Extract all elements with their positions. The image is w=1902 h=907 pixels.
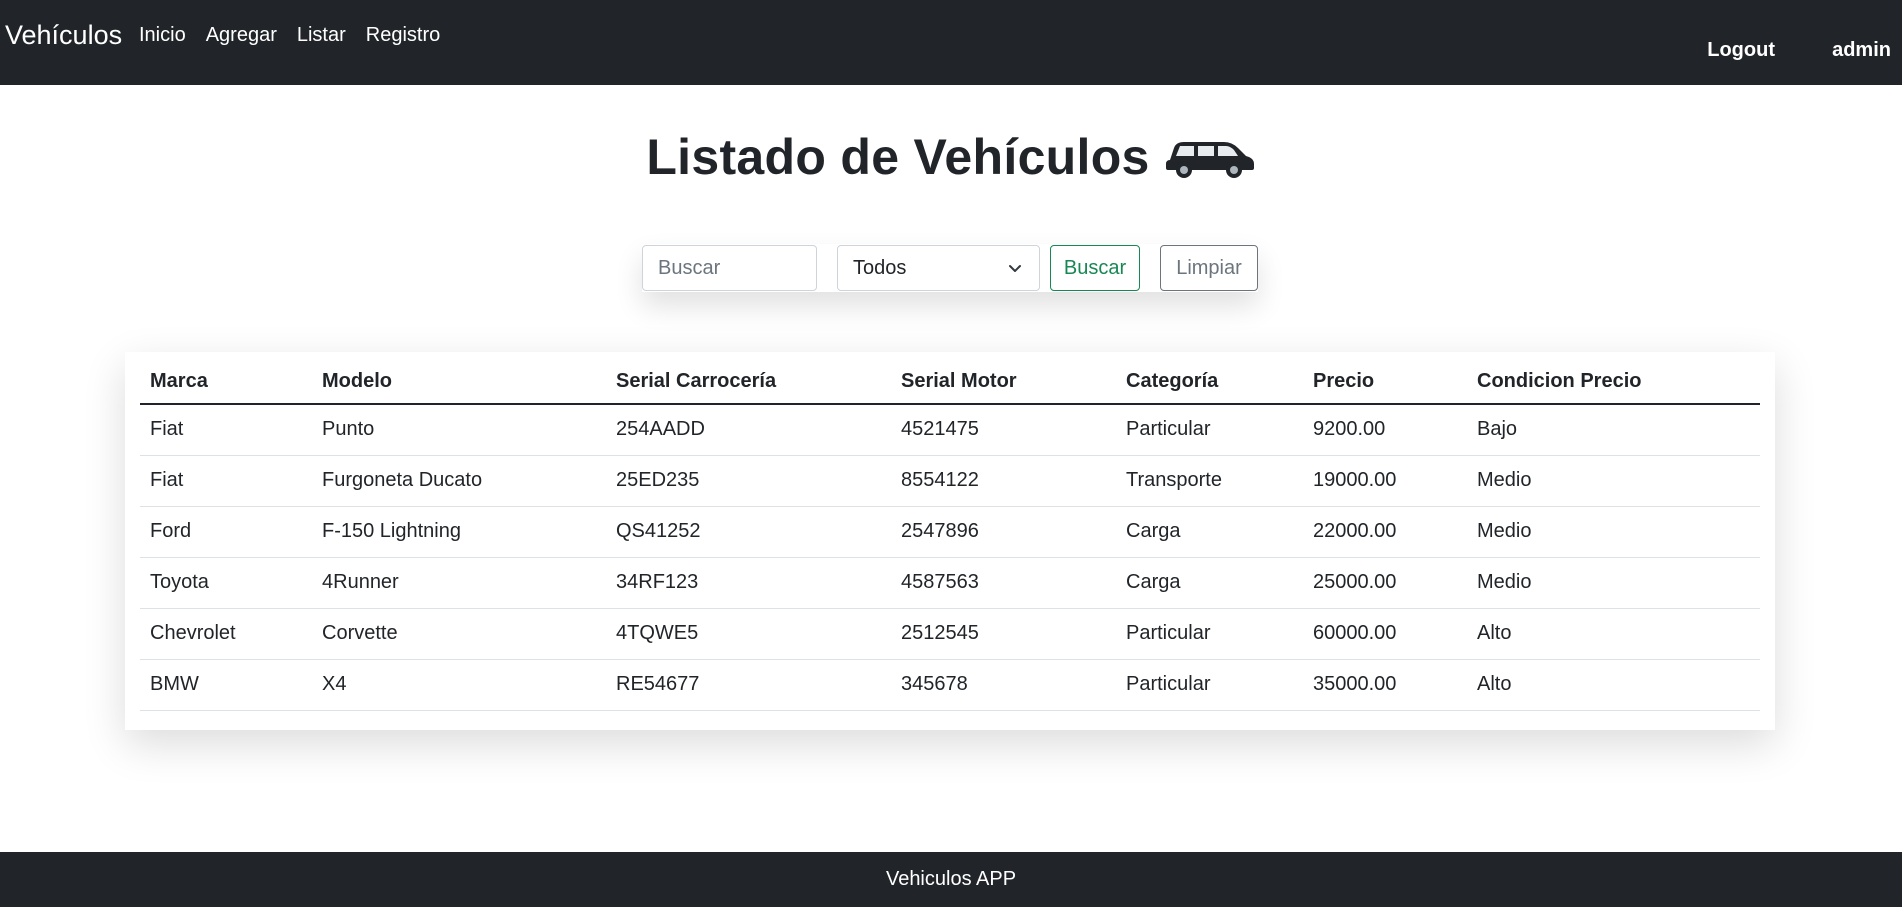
cell-modelo: F-150 Lightning [312, 506, 606, 558]
brand-link[interactable]: Vehículos [5, 20, 122, 51]
nav-link-listar[interactable]: Listar [297, 24, 346, 47]
cell-serial-motor: 2547896 [891, 506, 1116, 558]
cell-condicion-precio: Medio [1467, 455, 1760, 507]
logout-link[interactable]: Logout [1707, 39, 1775, 62]
cell-precio: 22000.00 [1303, 506, 1467, 558]
category-select-value: Todos [853, 257, 907, 279]
header-modelo: Modelo [312, 360, 606, 405]
cell-serial-carroceria: RE54677 [606, 659, 891, 711]
cell-modelo: 4Runner [312, 557, 606, 609]
cell-categoria: Transporte [1116, 455, 1303, 507]
user-link[interactable]: admin [1832, 39, 1891, 62]
table-row: BMW X4 RE54677 345678 Particular 35000.0… [140, 659, 1760, 711]
cell-modelo: Corvette [312, 608, 606, 660]
page-title: Listado de Vehículos [646, 129, 1150, 185]
table-row: Toyota 4Runner 34RF123 4587563 Carga 250… [140, 557, 1760, 609]
header-marca: Marca [140, 360, 312, 405]
cell-categoria: Particular [1116, 608, 1303, 660]
cell-precio: 19000.00 [1303, 455, 1467, 507]
title-row: Listado de Vehículos [0, 124, 1902, 190]
cell-modelo: Punto [312, 404, 606, 456]
cell-categoria: Carga [1116, 506, 1303, 558]
table-row: Fiat Punto 254AADD 4521475 Particular 92… [140, 404, 1760, 456]
cell-marca: Fiat [140, 404, 312, 456]
cell-serial-carroceria: 34RF123 [606, 557, 891, 609]
category-select[interactable]: Todos [837, 245, 1040, 291]
clear-button[interactable]: Limpiar [1160, 245, 1258, 291]
cell-marca: BMW [140, 659, 312, 711]
nav-links: Inicio Agregar Listar Registro [139, 24, 460, 47]
nav-link-inicio[interactable]: Inicio [139, 24, 186, 47]
cell-condicion-precio: Medio [1467, 557, 1760, 609]
footer-text: Vehiculos APP [885, 868, 1017, 890]
table-header-row: Marca Modelo Serial Carrocería Serial Mo… [140, 360, 1760, 405]
nav-link-agregar[interactable]: Agregar [206, 24, 277, 47]
vehicles-table: Marca Modelo Serial Carrocería Serial Mo… [140, 360, 1760, 711]
table-row: Chevrolet Corvette 4TQWE5 2512545 Partic… [140, 608, 1760, 660]
search-input[interactable] [642, 245, 817, 291]
cell-serial-carroceria: 25ED235 [606, 455, 891, 507]
search-bar: Todos Buscar Limpiar [642, 244, 1258, 292]
cell-marca: Chevrolet [140, 608, 312, 660]
header-serial-motor: Serial Motor [891, 360, 1116, 405]
cell-condicion-precio: Bajo [1467, 404, 1760, 456]
cell-precio: 9200.00 [1303, 404, 1467, 456]
vehicles-table-card: Marca Modelo Serial Carrocería Serial Mo… [125, 352, 1775, 730]
cell-condicion-precio: Alto [1467, 608, 1760, 660]
header-categoria: Categoría [1116, 360, 1303, 405]
chevron-down-icon [1009, 265, 1021, 272]
cell-marca: Toyota [140, 557, 312, 609]
cell-precio: 35000.00 [1303, 659, 1467, 711]
nav-link-registro[interactable]: Registro [366, 24, 440, 47]
cell-serial-motor: 4587563 [891, 557, 1116, 609]
cell-categoria: Particular [1116, 659, 1303, 711]
cell-serial-carroceria: 254AADD [606, 404, 891, 456]
car-icon [1164, 136, 1256, 178]
cell-serial-motor: 2512545 [891, 608, 1116, 660]
navbar: Vehículos Inicio Agregar Listar Registro… [0, 0, 1902, 85]
cell-precio: 60000.00 [1303, 608, 1467, 660]
table-row: Fiat Furgoneta Ducato 25ED235 8554122 Tr… [140, 455, 1760, 507]
cell-condicion-precio: Alto [1467, 659, 1760, 711]
footer: Vehiculos APP [0, 852, 1902, 907]
cell-condicion-precio: Medio [1467, 506, 1760, 558]
cell-serial-motor: 345678 [891, 659, 1116, 711]
header-condicion-precio: Condicion Precio [1467, 360, 1760, 405]
cell-serial-carroceria: QS41252 [606, 506, 891, 558]
cell-serial-motor: 8554122 [891, 455, 1116, 507]
cell-precio: 25000.00 [1303, 557, 1467, 609]
cell-modelo: X4 [312, 659, 606, 711]
search-button[interactable]: Buscar [1050, 245, 1140, 291]
cell-marca: Fiat [140, 455, 312, 507]
table-row: Ford F-150 Lightning QS41252 2547896 Car… [140, 506, 1760, 558]
cell-categoria: Particular [1116, 404, 1303, 456]
cell-marca: Ford [140, 506, 312, 558]
header-precio: Precio [1303, 360, 1467, 405]
cell-categoria: Carga [1116, 557, 1303, 609]
header-serial-carroceria: Serial Carrocería [606, 360, 891, 405]
cell-serial-carroceria: 4TQWE5 [606, 608, 891, 660]
cell-serial-motor: 4521475 [891, 404, 1116, 456]
cell-modelo: Furgoneta Ducato [312, 455, 606, 507]
